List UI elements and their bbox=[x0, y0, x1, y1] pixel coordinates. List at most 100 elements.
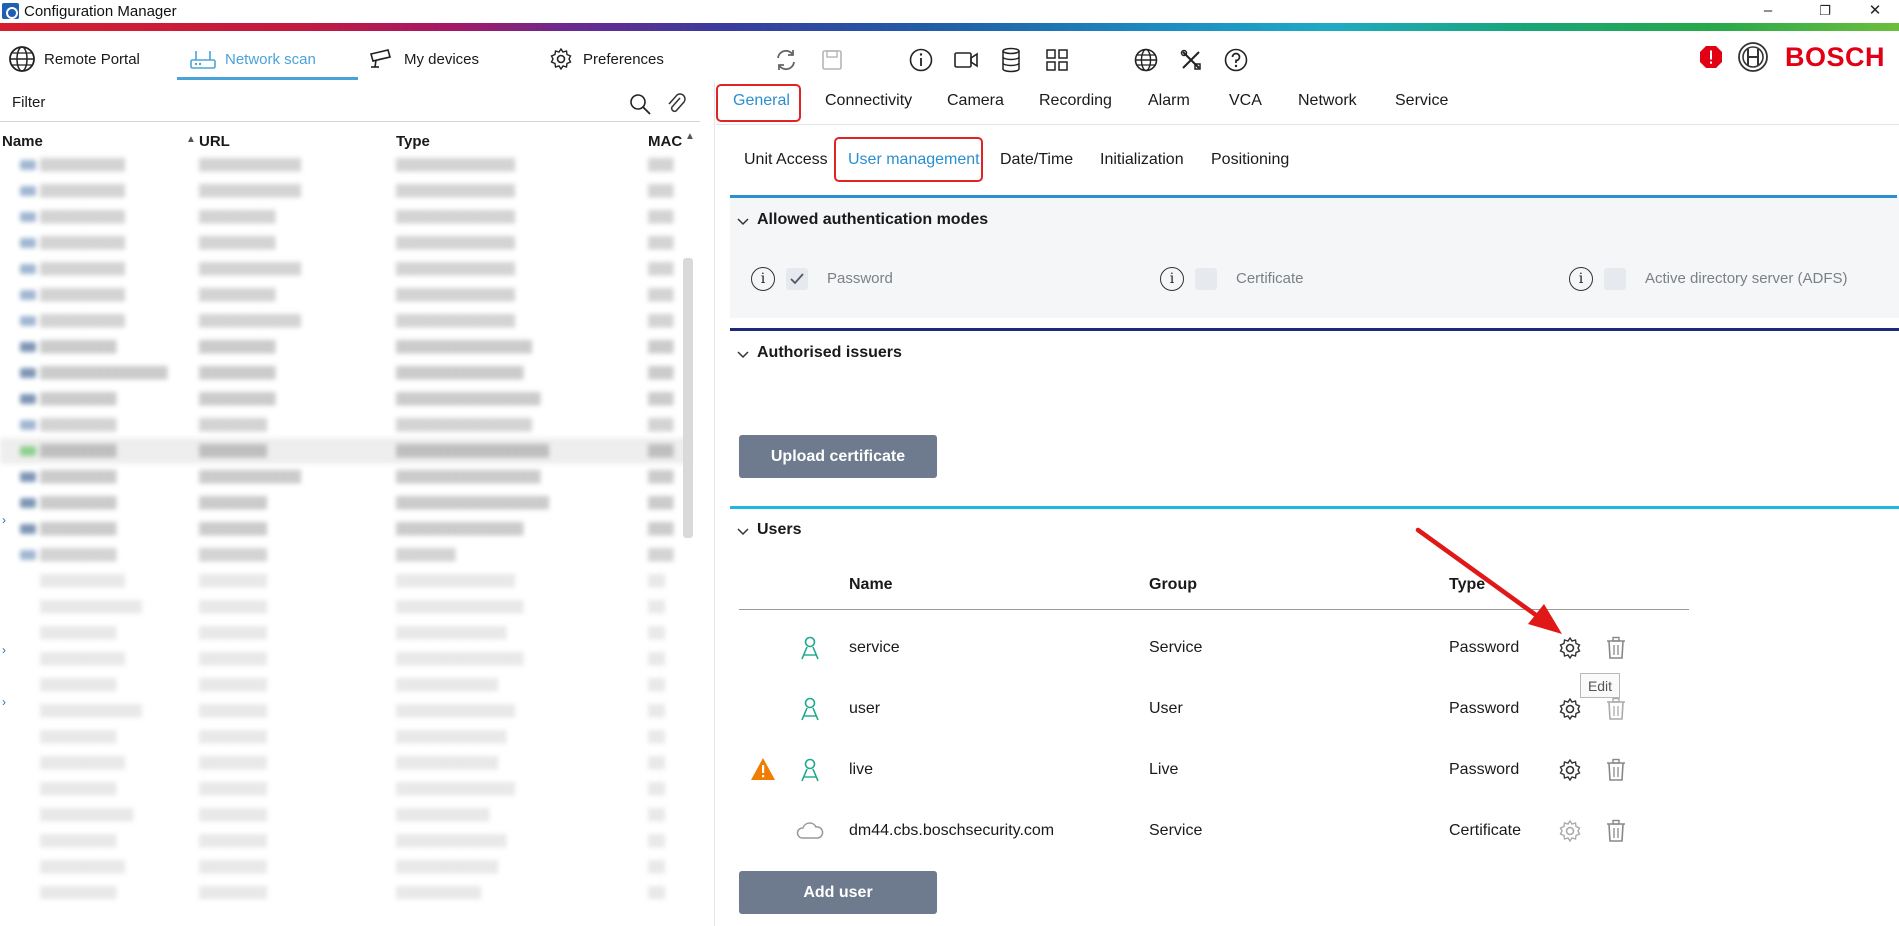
video-icon[interactable] bbox=[950, 44, 982, 76]
users-col-name[interactable]: Name bbox=[849, 576, 893, 594]
refresh-icon[interactable] bbox=[770, 44, 802, 76]
user-name: service bbox=[849, 639, 900, 656]
tools-icon[interactable] bbox=[1175, 44, 1207, 76]
adfs-checkbox[interactable] bbox=[1604, 268, 1626, 290]
expand-chevron-icon[interactable]: › bbox=[2, 643, 6, 657]
minimize-button[interactable]: – bbox=[1745, 0, 1791, 22]
bosch-logo: BOSCH bbox=[1785, 42, 1886, 72]
user-icon bbox=[796, 634, 824, 662]
edit-gear-icon[interactable] bbox=[1556, 817, 1584, 845]
panel-splitter[interactable] bbox=[714, 82, 715, 926]
bosch-armature-icon bbox=[1737, 41, 1769, 73]
tab-alarm[interactable]: Alarm bbox=[1148, 92, 1190, 110]
trash-icon[interactable] bbox=[1602, 634, 1630, 662]
auth-modes-title: Allowed authentication modes bbox=[757, 211, 989, 228]
edit-gear-icon[interactable] bbox=[1556, 695, 1584, 723]
add-user-button[interactable]: Add user bbox=[739, 871, 937, 914]
grid-view-icon[interactable] bbox=[1041, 44, 1073, 76]
annotation-arrow bbox=[1415, 527, 1562, 634]
info-icon[interactable]: i bbox=[1160, 267, 1184, 291]
section-divider bbox=[730, 506, 1899, 509]
chevron-down-icon[interactable] bbox=[737, 347, 749, 359]
window-title: Configuration Manager bbox=[24, 3, 177, 20]
table-row[interactable]: dm44.cbs.boschsecurity.com Service Certi… bbox=[730, 813, 1690, 849]
col-mac[interactable]: MAC bbox=[648, 133, 682, 150]
save-icon[interactable] bbox=[816, 44, 848, 76]
trash-icon[interactable] bbox=[1602, 695, 1630, 723]
password-checkbox[interactable] bbox=[786, 268, 808, 290]
nav-preferences-label: Preferences bbox=[583, 50, 664, 68]
search-icon[interactable] bbox=[628, 92, 652, 116]
camera-device-icon bbox=[368, 45, 396, 73]
chevron-down-icon[interactable] bbox=[737, 214, 749, 226]
nav-remote-portal-label: Remote Portal bbox=[44, 50, 140, 68]
warning-icon bbox=[750, 757, 776, 781]
device-list-header: Name ▲ URL Type MAC ▲ bbox=[0, 131, 700, 151]
tab-recording[interactable]: Recording bbox=[1039, 92, 1112, 110]
user-type: Password bbox=[1449, 639, 1520, 656]
tab-camera[interactable]: Camera bbox=[947, 92, 1004, 110]
gear-icon bbox=[547, 45, 575, 73]
users-title: Users bbox=[757, 521, 802, 538]
info-icon[interactable]: i bbox=[751, 267, 775, 291]
section-divider bbox=[730, 328, 1899, 331]
subtab-user-management[interactable]: User management bbox=[848, 151, 980, 169]
expand-chevron-icon[interactable]: › bbox=[2, 695, 6, 709]
device-list-scrollbar[interactable] bbox=[683, 258, 693, 538]
user-type: Password bbox=[1449, 761, 1520, 778]
tab-general[interactable]: General bbox=[733, 92, 790, 110]
user-group: Service bbox=[1149, 822, 1203, 839]
issuers-title: Authorised issuers bbox=[757, 344, 902, 361]
tab-divider bbox=[716, 124, 1899, 125]
user-group: User bbox=[1149, 700, 1183, 717]
password-label: Password bbox=[827, 270, 893, 287]
nav-network-scan-label: Network scan bbox=[225, 50, 316, 68]
nav-network-scan[interactable]: Network scan bbox=[189, 39, 316, 79]
col-name[interactable]: Name bbox=[2, 133, 43, 150]
tab-vca[interactable]: VCA bbox=[1229, 92, 1262, 110]
help-icon[interactable] bbox=[1220, 44, 1252, 76]
edit-gear-icon[interactable] bbox=[1556, 756, 1584, 784]
tab-service[interactable]: Service bbox=[1395, 92, 1448, 110]
network-globe-icon[interactable] bbox=[1130, 44, 1162, 76]
user-icon bbox=[796, 695, 824, 723]
checkmark-icon bbox=[790, 273, 804, 285]
table-row[interactable]: user User Password bbox=[730, 691, 1690, 727]
col-type[interactable]: Type bbox=[396, 133, 430, 150]
users-col-group[interactable]: Group bbox=[1149, 576, 1197, 594]
paperclip-icon[interactable] bbox=[665, 92, 687, 116]
database-icon[interactable] bbox=[995, 44, 1027, 76]
subtab-initialization[interactable]: Initialization bbox=[1100, 151, 1184, 169]
tab-connectivity[interactable]: Connectivity bbox=[825, 92, 912, 110]
user-name: dm44.cbs.boschsecurity.com bbox=[849, 822, 1055, 839]
active-nav-indicator bbox=[177, 77, 358, 80]
brand-color-stripe bbox=[0, 23, 1899, 31]
nav-remote-portal[interactable]: Remote Portal bbox=[8, 39, 140, 79]
subtab-date-time[interactable]: Date/Time bbox=[1000, 151, 1073, 169]
chevron-down-icon[interactable] bbox=[737, 524, 749, 536]
close-button[interactable]: ✕ bbox=[1852, 0, 1898, 22]
globe-icon bbox=[8, 45, 36, 73]
trash-icon[interactable] bbox=[1602, 756, 1630, 784]
subtab-positioning[interactable]: Positioning bbox=[1211, 151, 1289, 169]
expand-chevron-icon[interactable]: › bbox=[2, 513, 6, 527]
upload-certificate-button[interactable]: Upload certificate bbox=[739, 435, 937, 478]
col-url[interactable]: URL bbox=[199, 133, 230, 150]
restore-button[interactable]: ❐ bbox=[1802, 0, 1848, 22]
user-type: Certificate bbox=[1449, 822, 1522, 839]
subtab-unit-access[interactable]: Unit Access bbox=[744, 151, 828, 169]
sort-asc-icon: ▲ bbox=[186, 134, 196, 145]
cloud-icon bbox=[796, 819, 824, 843]
network-scan-icon bbox=[189, 45, 217, 73]
trash-icon[interactable] bbox=[1602, 817, 1630, 845]
table-row[interactable]: live Live Password bbox=[730, 752, 1690, 788]
tab-network[interactable]: Network bbox=[1298, 92, 1357, 110]
alert-icon[interactable] bbox=[1699, 45, 1723, 69]
info-icon[interactable] bbox=[905, 44, 937, 76]
info-icon[interactable]: i bbox=[1569, 267, 1593, 291]
scroll-up-icon[interactable]: ▲ bbox=[685, 131, 695, 142]
nav-my-devices[interactable]: My devices bbox=[368, 39, 479, 79]
filter-input[interactable]: Filter bbox=[12, 94, 45, 111]
nav-preferences[interactable]: Preferences bbox=[547, 39, 664, 79]
certificate-checkbox[interactable] bbox=[1195, 268, 1217, 290]
